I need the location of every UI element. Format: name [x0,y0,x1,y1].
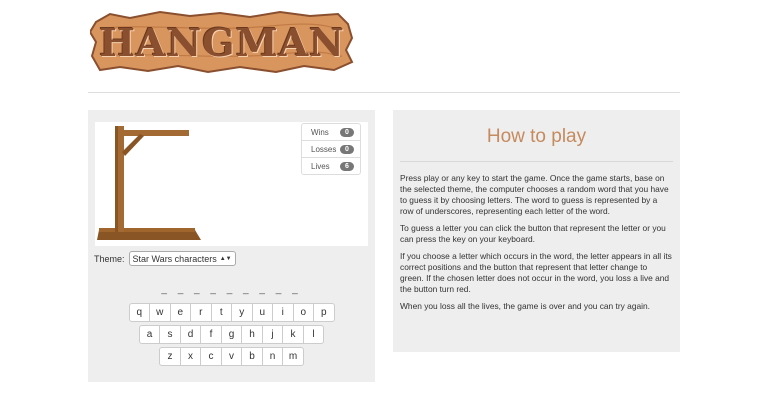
stat-badge: 0 [340,127,354,137]
keyboard-row-2: asdfghjkl [88,325,375,344]
key-o[interactable]: o [292,303,314,322]
stat-label: Lives [311,161,330,171]
gallows-beam [119,130,189,136]
help-paragraph: If you choose a letter which occurs in t… [400,251,672,294]
key-s[interactable]: s [159,325,181,344]
theme-select-value: Star Wars characters [132,253,217,264]
key-a[interactable]: a [138,325,161,344]
keyboard-row-1: qwertyuiop [88,303,375,322]
help-paragraph: To guess a letter you can click the butt… [400,223,666,244]
hangman-logo: HANGMAN [90,10,354,74]
stat-label: Wins [311,127,329,137]
key-d[interactable]: d [179,325,202,344]
key-t[interactable]: t [210,303,232,322]
theme-select[interactable]: Star Wars characters ▲▼ [128,251,236,266]
key-i[interactable]: i [272,303,294,322]
key-n[interactable]: n [261,347,284,366]
gallows-brace [122,134,144,156]
stat-wins: Wins 0 [301,123,361,141]
key-w[interactable]: w [149,303,171,322]
key-g[interactable]: g [220,325,243,344]
key-y[interactable]: y [231,303,253,322]
key-e[interactable]: e [169,303,191,322]
key-j[interactable]: j [261,325,284,344]
select-arrows-icon: ▲▼ [219,255,232,262]
keyboard-row-3: zxcvbnm [88,347,375,366]
key-r[interactable]: r [190,303,212,322]
key-q[interactable]: q [128,303,150,322]
key-h[interactable]: h [241,325,263,344]
key-x[interactable]: x [179,347,202,366]
letter-keyboard: qwertyuiop asdfghjkl zxcvbnm [88,303,375,369]
help-panel: How to play Press play or any key to sta… [393,110,680,352]
help-paragraph: When you loss all the lives, the game is… [400,301,650,311]
stat-lives: Lives 6 [301,157,361,175]
key-f[interactable]: f [200,325,222,344]
key-k[interactable]: k [282,325,304,344]
help-paragraph: Press play or any key to start the game.… [400,173,669,216]
help-body: Press play or any key to start the game.… [400,173,673,318]
theme-label: Theme: [94,253,125,264]
word-display: _ _ _ _ _ _ _ _ _ [161,284,302,295]
stat-losses: Losses 0 [301,140,361,158]
stat-badge: 0 [340,144,354,154]
key-z[interactable]: z [159,347,181,366]
key-p[interactable]: p [313,303,335,322]
key-u[interactable]: u [251,303,273,322]
stats-list: Wins 0 Losses 0 Lives 6 [301,123,361,175]
logo-text: HANGMAN [99,19,345,65]
stat-label: Losses [311,144,337,154]
header-divider [88,92,680,93]
stat-badge: 6 [340,161,354,171]
key-c[interactable]: c [200,347,222,366]
help-title: How to play [486,126,587,147]
game-panel: Wins 0 Losses 0 Lives 6 Theme: Star Wars… [88,110,375,382]
help-divider [400,161,673,162]
key-m[interactable]: m [282,347,304,366]
gallows-stage: Wins 0 Losses 0 Lives 6 [95,122,368,246]
key-v[interactable]: v [220,347,243,366]
key-l[interactable]: l [302,325,325,344]
key-b[interactable]: b [241,347,263,366]
theme-selector: Theme: Star Wars characters ▲▼ [94,251,236,266]
